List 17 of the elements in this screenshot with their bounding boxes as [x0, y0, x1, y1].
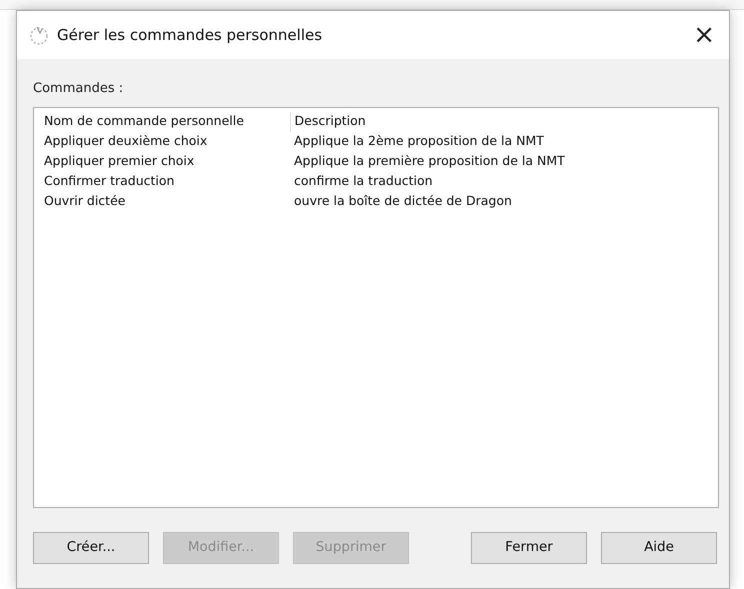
table-cell-text: confirme la traduction — [293, 172, 434, 190]
table-cell: Applique la 2ème proposition de la NMT — [290, 132, 569, 152]
window-title: Gérer les commandes personnelles — [57, 24, 324, 46]
column-header[interactable]: Nom de commande personnelle — [40, 112, 290, 132]
dialog-button[interactable]: Fermer — [471, 532, 587, 564]
dialog-button[interactable]: Créer... — [33, 532, 149, 564]
table-cell: Appliquer deuxième choix — [40, 132, 290, 152]
close-button[interactable]: × — [689, 22, 719, 48]
table-cell-text: Ouvrir dictée — [43, 192, 126, 210]
column-header[interactable]: Description — [290, 112, 569, 132]
table-cell-text: Appliquer premier choix — [43, 152, 196, 170]
table-cell-text: Confirmer traduction — [43, 172, 176, 190]
list-label: Commandes : — [33, 80, 124, 98]
table-cell-text: Applique la première proposition de la NMT — [293, 152, 566, 170]
table-cell-text: ouvre la boîte de dictée de Dragon — [293, 192, 513, 210]
dialog-button[interactable]: Aide — [601, 532, 717, 564]
app-icon — [29, 24, 49, 46]
